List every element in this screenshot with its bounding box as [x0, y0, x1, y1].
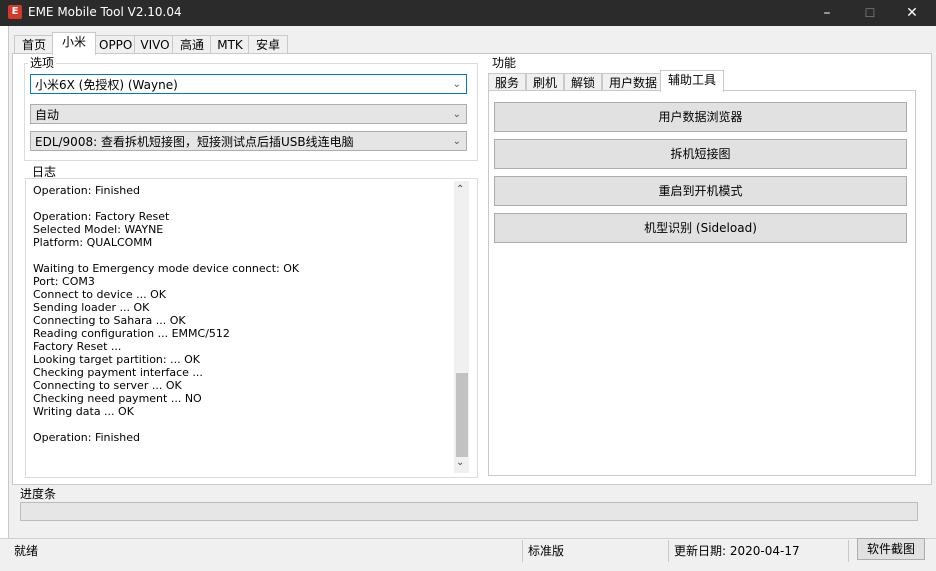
chevron-down-icon: ⌄: [452, 109, 461, 120]
log-line: Sending loader ... OK: [33, 301, 150, 314]
tab-android[interactable]: 安卓: [248, 35, 288, 54]
status-divider: [848, 540, 849, 562]
tab-home[interactable]: 首页: [14, 35, 54, 54]
log-line: Connecting to Sahara ... OK: [33, 314, 186, 327]
reboot-to-normal-button[interactable]: 重启到开机模式: [494, 176, 907, 206]
model-select[interactable]: 小米6X (免授权) (Wayne) ⌄: [30, 74, 467, 94]
model-select-value: 小米6X (免授权) (Wayne): [35, 78, 178, 92]
tab-xiaomi[interactable]: 小米: [52, 32, 96, 55]
log-line: Selected Model: WAYNE: [33, 223, 164, 236]
software-screenshot-button[interactable]: 软件截图: [857, 538, 925, 560]
log-line: Looking target partition: ... OK: [33, 353, 200, 366]
scroll-down-icon[interactable]: ⌄: [456, 457, 464, 468]
chevron-down-icon: ⌄: [452, 79, 461, 90]
close-button[interactable]: ✕: [891, 0, 933, 26]
log-line: Operation: Factory Reset: [33, 210, 170, 223]
scroll-thumb[interactable]: [456, 373, 468, 457]
log-line: Waiting to Emergency mode device connect…: [33, 262, 300, 275]
model-identify-sideload-button[interactable]: 机型识别 (Sideload): [494, 213, 907, 243]
teardown-diagram-button[interactable]: 拆机短接图: [494, 139, 907, 169]
tab-oppo[interactable]: OPPO: [94, 35, 136, 54]
tab-qualcomm[interactable]: 高通: [172, 35, 212, 54]
log-line: Writing data ... OK: [33, 405, 134, 418]
mode-select-value: 自动: [35, 108, 60, 122]
method-select-value: EDL/9008: 查看拆机短接图，短接测试点后插USB线连电脑: [35, 135, 354, 149]
window-border: [0, 26, 9, 570]
log-line: Platform: QUALCOMM: [33, 236, 153, 249]
update-date-label: 更新日期: 2020-04-17: [674, 544, 800, 558]
log-line: Checking payment interface ...: [33, 366, 203, 379]
progress-label: 进度条: [20, 487, 57, 501]
log-line: Operation: Finished: [33, 431, 141, 444]
status-divider: [668, 540, 669, 562]
options-group-label: 选项: [28, 56, 57, 70]
edition-label: 标准版: [528, 544, 565, 558]
log-line: Operation: Finished: [33, 184, 141, 197]
maximize-button[interactable]: ☐: [849, 0, 891, 26]
status-text: 就绪: [14, 544, 39, 558]
app-logo-icon: E: [8, 5, 22, 19]
log-line: Factory Reset ...: [33, 340, 122, 353]
window-title: EME Mobile Tool V2.10.04: [28, 5, 182, 19]
log-line: Connecting to server ... OK: [33, 379, 182, 392]
scroll-up-icon[interactable]: ⌃: [456, 184, 464, 195]
minimize-button[interactable]: –: [806, 0, 848, 26]
log-line: Connect to device ... OK: [33, 288, 167, 301]
progress-bar: [20, 502, 918, 521]
user-data-browser-button[interactable]: 用户数据浏览器: [494, 102, 907, 132]
tab-tools[interactable]: 辅助工具: [660, 70, 724, 92]
tab-mtk[interactable]: MTK: [210, 35, 250, 54]
mode-select[interactable]: 自动 ⌄: [30, 104, 467, 124]
functions-group-label: 功能: [490, 56, 519, 70]
chevron-down-icon: ⌄: [452, 136, 461, 147]
log-line: Port: COM3: [33, 275, 95, 288]
tab-vivo[interactable]: VIVO: [134, 35, 176, 54]
log-group-label: 日志: [30, 165, 59, 179]
log-line: Reading configuration ... EMMC/512: [33, 327, 230, 340]
log-line: Checking need payment ... NO: [33, 392, 202, 405]
method-select[interactable]: EDL/9008: 查看拆机短接图，短接测试点后插USB线连电脑 ⌄: [30, 131, 467, 151]
status-divider: [522, 540, 523, 562]
